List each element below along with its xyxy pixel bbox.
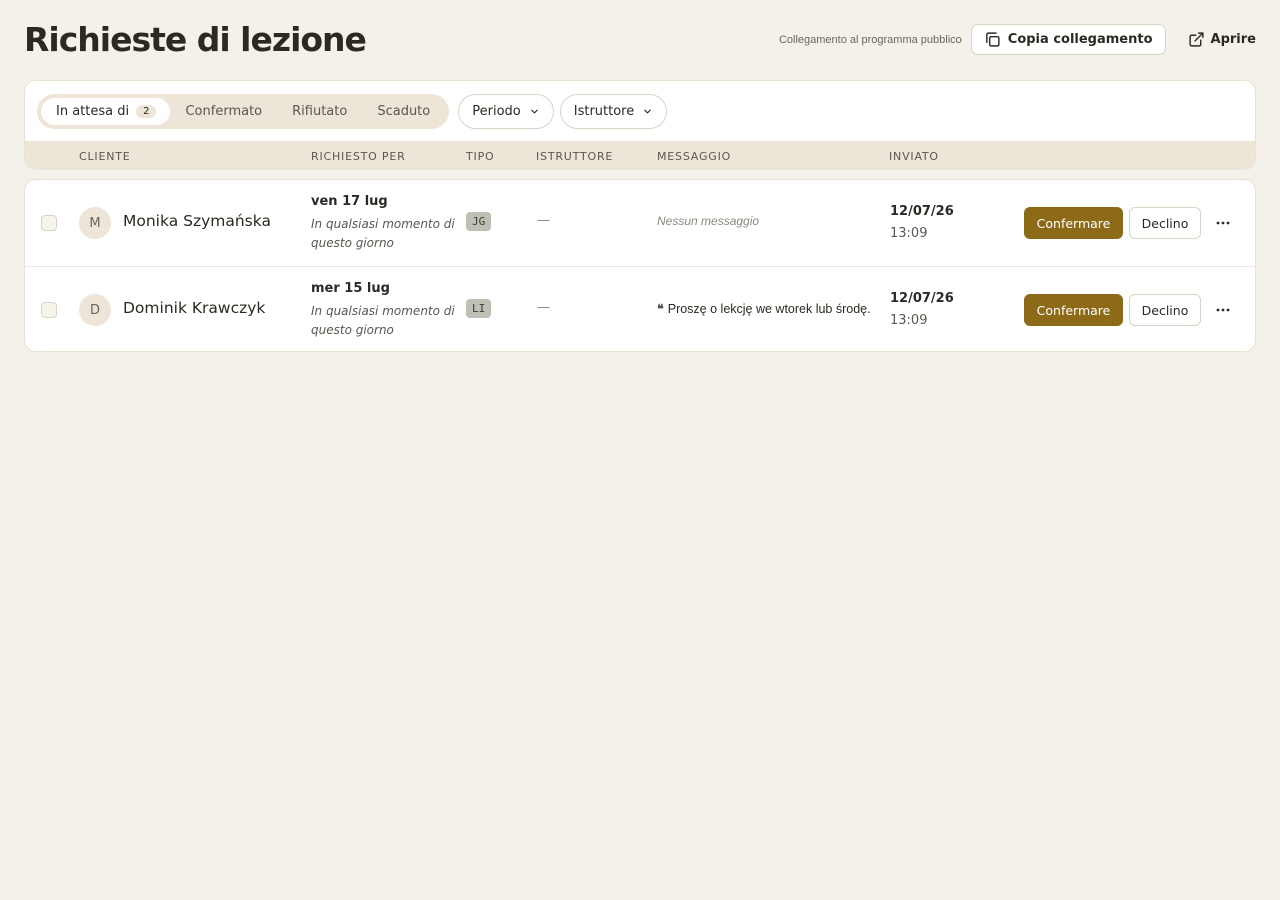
avatar: D — [79, 294, 111, 326]
more-options-button[interactable] — [1211, 298, 1235, 322]
status-tabs: In attesa di 2 Confermato Rifiutato Scad… — [37, 93, 450, 129]
sent-date: 12/07/26 — [890, 204, 954, 219]
type-badge: JG — [466, 212, 492, 231]
more-horizontal-icon — [1216, 308, 1230, 312]
avatar: M — [79, 207, 111, 239]
column-instructor: ISTRUTTORE — [536, 149, 614, 163]
instructor-value: — — [537, 300, 550, 315]
decline-button[interactable]: Declino — [1129, 294, 1201, 326]
open-link-label: Aprire — [1210, 32, 1256, 47]
table-row: D Dominik Krawczyk mer 15 lug In qualsia… — [25, 266, 1255, 352]
tab-rejected[interactable]: Rifiutato — [277, 98, 362, 125]
client-name: Monika Szymańska — [123, 212, 271, 230]
message-text: Proszę o lekcję we wtorek lub środę. — [667, 302, 871, 316]
tab-confirmed[interactable]: Confermato — [170, 98, 277, 125]
instructor-filter-label: Istruttore — [573, 103, 635, 119]
copy-icon — [984, 31, 1001, 48]
page-title: Richieste di lezione — [24, 20, 367, 59]
sent-time: 13:09 — [890, 226, 928, 241]
instructor-value: — — [537, 213, 550, 228]
tab-pending-label: In attesa di — [56, 103, 130, 119]
pending-count-badge: 2 — [136, 104, 157, 118]
column-sent: INVIATO — [889, 149, 939, 163]
row-checkbox[interactable] — [41, 302, 57, 318]
row-checkbox[interactable] — [41, 215, 57, 231]
sent-date: 12/07/26 — [890, 291, 954, 306]
requests-table: M Monika Szymańska ven 17 lug In qualsia… — [24, 179, 1256, 352]
tab-expired[interactable]: Scaduto — [362, 98, 445, 125]
period-filter-label: Periodo — [472, 103, 521, 119]
requests-toolbar-card: In attesa di 2 Confermato Rifiutato Scad… — [24, 80, 1256, 170]
message-preview: ❝ Proszę o lekcję we wtorek lub środę. — [657, 301, 871, 316]
column-type: TIPO — [466, 149, 495, 163]
column-client: CLIENTE — [79, 149, 131, 163]
requested-note: In qualsiasi momento di questo giorno — [311, 217, 455, 250]
chevron-down-icon — [642, 106, 653, 117]
tab-pending[interactable]: In attesa di 2 — [41, 97, 171, 125]
requested-date: ven 17 lug — [311, 194, 388, 209]
message-text: Nessun messaggio — [657, 214, 760, 228]
more-options-button[interactable] — [1211, 211, 1235, 235]
confirm-button[interactable]: Confermare — [1024, 207, 1123, 239]
copy-link-label: Copia collegamento — [1007, 32, 1153, 47]
chevron-down-icon — [529, 106, 540, 117]
public-link-caption: Collegamento al programma pubblico — [778, 33, 962, 46]
instructor-filter[interactable]: Istruttore — [559, 93, 668, 129]
client-name: Dominik Krawczyk — [123, 299, 266, 317]
sent-time: 13:09 — [890, 313, 928, 328]
more-horizontal-icon — [1216, 221, 1230, 225]
column-message: MESSAGGIO — [657, 149, 732, 163]
quote-icon: ❝ — [657, 302, 664, 316]
confirm-button[interactable]: Confermare — [1024, 294, 1123, 326]
decline-button[interactable]: Declino — [1129, 207, 1201, 239]
table-row: M Monika Szymańska ven 17 lug In qualsia… — [25, 180, 1255, 266]
external-link-icon — [1188, 31, 1205, 48]
requested-note: In qualsiasi momento di questo giorno — [311, 304, 455, 337]
requested-date: mer 15 lug — [311, 281, 390, 296]
column-requested: RICHIESTO PER — [311, 149, 406, 163]
copy-link-button[interactable]: Copia collegamento — [970, 24, 1166, 55]
open-link-button[interactable]: Aprire — [1166, 24, 1256, 55]
toolbar: In attesa di 2 Confermato Rifiutato Scad… — [25, 81, 1255, 141]
public-link-bar: Collegamento al programma pubblico Copia… — [779, 24, 1256, 55]
period-filter[interactable]: Periodo — [458, 93, 554, 129]
table-header: CLIENTE RICHIESTO PER TIPO ISTRUTTORE ME… — [25, 141, 1255, 169]
type-badge: LI — [466, 299, 492, 318]
